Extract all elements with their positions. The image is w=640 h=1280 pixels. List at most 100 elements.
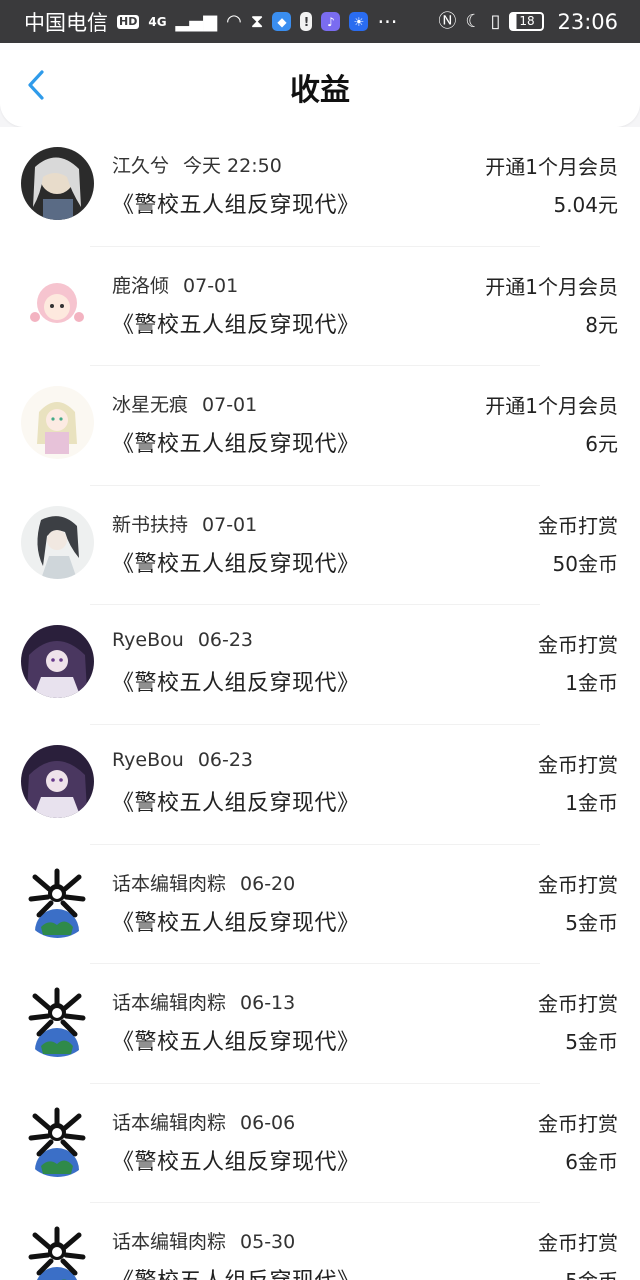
user-name-line: RyeBou 06-23 bbox=[112, 629, 253, 651]
avatar-earth-figure[interactable] bbox=[21, 1223, 94, 1280]
income-type: 金币打赏 bbox=[538, 1231, 618, 1256]
record-date: 07-01 bbox=[202, 394, 258, 417]
book-title[interactable]: 《警校五人组反穿现代》 bbox=[112, 426, 360, 458]
record-date: 07-01 bbox=[183, 274, 239, 297]
record-date: 06-06 bbox=[240, 1111, 296, 1134]
user-name-line: 新书扶持 07-01 bbox=[112, 510, 257, 537]
user-name-line: 江久兮 今天 22:50 bbox=[112, 151, 282, 178]
user-name[interactable]: 话本编辑肉粽 bbox=[112, 873, 226, 895]
income-record-2[interactable]: 鹿洛倾 07-01 《警校五人组反穿现代》 开通1个月会员 8元 bbox=[0, 247, 640, 367]
alert-icon: ! bbox=[300, 12, 313, 31]
income-amount: 6元 bbox=[585, 432, 618, 457]
income-amount: 5.04元 bbox=[553, 193, 618, 217]
book-title[interactable]: 《警校五人组反穿现代》 bbox=[112, 187, 360, 219]
user-name-line: 鹿洛倾 07-01 bbox=[112, 271, 238, 298]
income-record-8[interactable]: 话本编辑肉粽 06-13 《警校五人组反穿现代》 金币打赏 5金币 bbox=[0, 964, 640, 1084]
income-type: 金币打赏 bbox=[538, 513, 618, 538]
status-right: Ⓝ ☾ ▯ 18 23:06 bbox=[438, 10, 618, 34]
user-name-line: 话本编辑肉粽 06-13 bbox=[112, 988, 295, 1015]
income-type: 金币打赏 bbox=[538, 872, 618, 897]
income-amount: 5金币 bbox=[565, 1030, 618, 1055]
avatar-purple-anime[interactable] bbox=[21, 625, 94, 699]
income-record-10[interactable]: 话本编辑肉粽 05-30 《警校五人组反穿现代》 金币打赏 5金币 bbox=[0, 1203, 640, 1280]
user-name-line: 话本编辑肉粽 05-30 bbox=[112, 1227, 295, 1254]
record-date: 06-13 bbox=[240, 992, 296, 1015]
avatar-earth-figure[interactable] bbox=[21, 1103, 94, 1177]
user-name[interactable]: 冰星无痕 bbox=[112, 394, 188, 416]
avatar-ink-portrait[interactable] bbox=[21, 505, 94, 579]
avatar-earth-figure[interactable] bbox=[21, 864, 94, 938]
book-title[interactable]: 《警校五人组反穿现代》 bbox=[112, 905, 360, 937]
income-record-5[interactable]: RyeBou 06-23 《警校五人组反穿现代》 金币打赏 1金币 bbox=[0, 605, 640, 725]
income-record-7[interactable]: 话本编辑肉粽 06-20 《警校五人组反穿现代》 金币打赏 5金币 bbox=[0, 845, 640, 965]
book-title[interactable]: 《警校五人组反穿现代》 bbox=[112, 307, 360, 339]
income-record-3[interactable]: 冰星无痕 07-01 《警校五人组反穿现代》 开通1个月会员 6元 bbox=[0, 366, 640, 486]
record-date: 07-01 bbox=[202, 513, 258, 536]
user-name-line: 冰星无痕 07-01 bbox=[112, 390, 257, 417]
record-date: 今天 22:50 bbox=[183, 155, 282, 177]
income-type: 金币打赏 bbox=[538, 1111, 618, 1136]
book-title[interactable]: 《警校五人组反穿现代》 bbox=[112, 1263, 360, 1280]
battery-level: 18 bbox=[519, 14, 535, 28]
back-button[interactable] bbox=[16, 65, 56, 105]
carrier-name: 中国电信 bbox=[24, 10, 108, 35]
income-amount: 1金币 bbox=[565, 790, 618, 815]
chevron-left-icon bbox=[28, 70, 44, 100]
book-title[interactable]: 《警校五人组反穿现代》 bbox=[112, 546, 360, 578]
record-date: 06-23 bbox=[197, 748, 254, 771]
income-amount: 1金币 bbox=[565, 671, 618, 696]
income-amount: 6金币 bbox=[565, 1149, 618, 1174]
user-name-line: 话本编辑肉粽 06-06 bbox=[112, 1108, 295, 1135]
bulb-app-icon: ☀ bbox=[349, 12, 369, 31]
avatar-purple-anime[interactable] bbox=[21, 744, 94, 818]
music-app-icon: ♪ bbox=[321, 12, 341, 31]
vibrate-icon: ▯ bbox=[490, 10, 501, 32]
income-list[interactable]: 江久兮 今天 22:50 《警校五人组反穿现代》 开通1个月会员 5.04元 鹿洛… bbox=[0, 127, 640, 1280]
record-date: 06-23 bbox=[197, 629, 254, 652]
book-title[interactable]: 《警校五人组反穿现代》 bbox=[112, 785, 360, 817]
income-type: 金币打赏 bbox=[538, 992, 618, 1017]
record-date: 05-30 bbox=[240, 1231, 296, 1254]
user-name[interactable]: 江久兮 bbox=[112, 155, 169, 177]
record-date: 06-20 bbox=[240, 872, 296, 895]
book-title[interactable]: 《警校五人组反穿现代》 bbox=[112, 665, 360, 697]
income-type: 开通1个月会员 bbox=[485, 155, 618, 179]
network-type: 4G bbox=[148, 14, 167, 29]
clock: 23:06 bbox=[557, 9, 618, 34]
wifi-icon: ◠ bbox=[226, 10, 242, 32]
income-amount: 8元 bbox=[585, 312, 618, 337]
user-name-line: RyeBou 06-23 bbox=[112, 749, 253, 771]
income-record-1[interactable]: 江久兮 今天 22:50 《警校五人组反穿现代》 开通1个月会员 5.04元 bbox=[0, 127, 640, 247]
user-name[interactable]: 话本编辑肉粽 bbox=[112, 992, 226, 1014]
more-notifications-icon: ··· bbox=[377, 9, 398, 34]
book-title[interactable]: 《警校五人组反穿现代》 bbox=[112, 1024, 360, 1056]
status-left: 中国电信 HD 4G ▂▄▆ ◠ ⧗ ◆ ! ♪ ☀ ··· bbox=[24, 7, 397, 37]
income-record-6[interactable]: RyeBou 06-23 《警校五人组反穿现代》 金币打赏 1金币 bbox=[0, 725, 640, 845]
income-type: 金币打赏 bbox=[538, 752, 618, 777]
header: 收益 bbox=[0, 43, 640, 127]
user-name-line: 话本编辑肉粽 06-20 bbox=[112, 869, 295, 896]
avatar-portrait-sketch[interactable] bbox=[21, 147, 94, 220]
hourglass-icon: ⧗ bbox=[250, 10, 264, 32]
book-title[interactable]: 《警校五人组反穿现代》 bbox=[112, 1144, 360, 1176]
income-type: 金币打赏 bbox=[538, 633, 618, 658]
user-name[interactable]: 话本编辑肉粽 bbox=[112, 1231, 226, 1253]
nfc-icon: Ⓝ bbox=[438, 10, 457, 32]
income-amount: 50金币 bbox=[552, 551, 618, 576]
avatar-earth-figure[interactable] bbox=[21, 984, 94, 1058]
moon-icon: ☾ bbox=[465, 10, 482, 32]
user-name[interactable]: RyeBou bbox=[112, 629, 184, 651]
user-name[interactable]: 鹿洛倾 bbox=[112, 275, 169, 297]
income-amount: 5金币 bbox=[565, 910, 618, 935]
avatar-pale-anime[interactable] bbox=[21, 386, 94, 460]
page-title: 收益 bbox=[290, 73, 350, 108]
battery-icon: 18 bbox=[509, 12, 545, 31]
avatar-pink-chibi[interactable] bbox=[21, 266, 94, 340]
user-name[interactable]: 新书扶持 bbox=[112, 514, 188, 536]
income-record-4[interactable]: 新书扶持 07-01 《警校五人组反穿现代》 金币打赏 50金币 bbox=[0, 486, 640, 606]
user-name[interactable]: 话本编辑肉粽 bbox=[112, 1112, 226, 1134]
income-amount: 5金币 bbox=[565, 1265, 618, 1280]
user-name[interactable]: RyeBou bbox=[112, 749, 184, 771]
income-record-9[interactable]: 话本编辑肉粽 06-06 《警校五人组反穿现代》 金币打赏 6金币 bbox=[0, 1084, 640, 1204]
income-type: 开通1个月会员 bbox=[485, 274, 618, 299]
